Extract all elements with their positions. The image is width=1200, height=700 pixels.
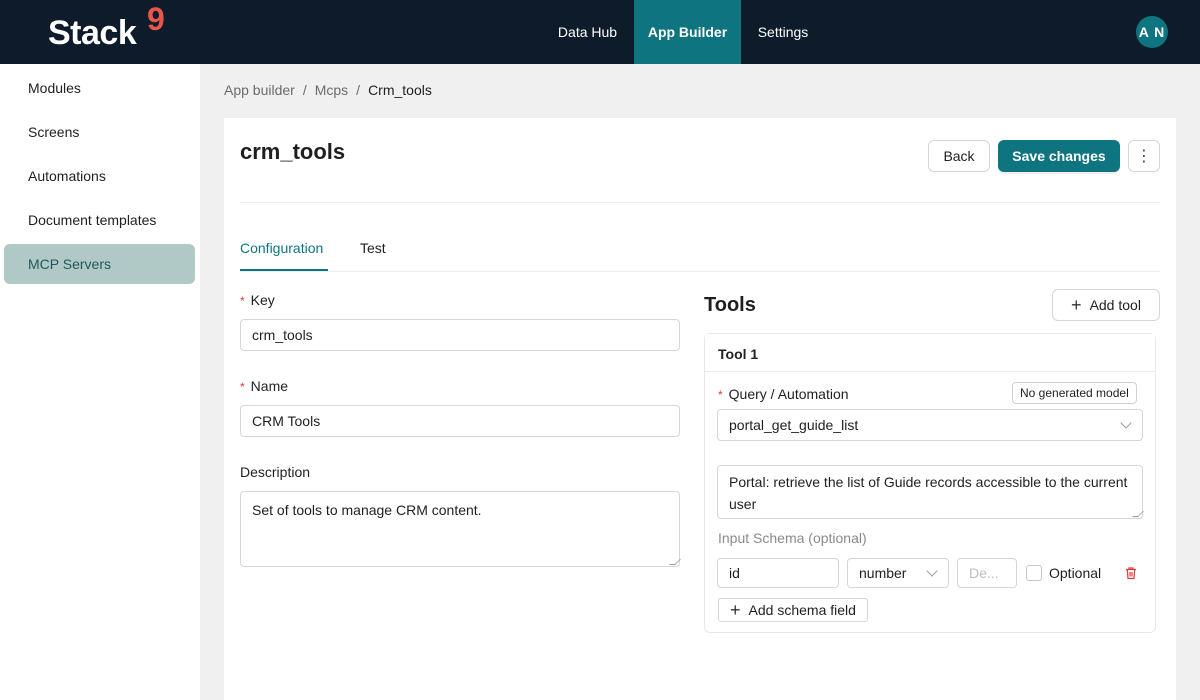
tool-card: Tool 1 * Query / Automation No generated … bbox=[704, 333, 1156, 633]
schema-field-description-input[interactable]: De... bbox=[957, 558, 1017, 588]
page-title: crm_tools bbox=[240, 139, 346, 164]
breadcrumb-separator: / bbox=[302, 82, 307, 98]
query-automation-label: * Query / Automation bbox=[718, 386, 849, 402]
input-schema-label: Input Schema (optional) bbox=[718, 530, 867, 546]
chevron-down-icon bbox=[926, 565, 938, 577]
key-label-text: Key bbox=[250, 292, 275, 308]
schema-field-type-value: number bbox=[859, 565, 907, 581]
nav-data-hub[interactable]: Data Hub bbox=[541, 0, 634, 64]
schema-field-name-input[interactable]: id bbox=[717, 558, 839, 588]
plus-icon: + bbox=[730, 600, 741, 620]
breadcrumb-separator: / bbox=[356, 82, 361, 98]
query-automation-select[interactable]: portal_get_guide_list bbox=[717, 409, 1143, 441]
trash-icon[interactable] bbox=[1124, 566, 1138, 580]
mcp-server-editor: crm_tools Back Save changes ⋮ Configurat… bbox=[224, 118, 1176, 700]
breadcrumb-current: Crm_tools bbox=[368, 82, 432, 98]
add-tool-button[interactable]: + Add tool bbox=[1052, 289, 1160, 321]
tab-configuration[interactable]: Configuration bbox=[240, 240, 323, 256]
sidebar-item-modules[interactable]: Modules bbox=[4, 68, 195, 108]
logo-text: Stack bbox=[48, 14, 137, 52]
key-input[interactable]: crm_tools bbox=[240, 319, 680, 351]
optional-label: Optional bbox=[1049, 565, 1102, 581]
user-avatar[interactable]: A N bbox=[1136, 16, 1168, 48]
tool-description-text: Portal: retrieve the list of Guide recor… bbox=[729, 474, 1128, 512]
tool-card-header: Tool 1 bbox=[705, 334, 1155, 372]
tools-title: Tools bbox=[704, 294, 756, 316]
resize-handle-icon[interactable] bbox=[669, 559, 681, 565]
schema-field-type-select[interactable]: number bbox=[847, 558, 949, 588]
breadcrumb-mcps[interactable]: Mcps bbox=[315, 82, 348, 98]
header-divider bbox=[240, 202, 1160, 203]
name-input[interactable]: CRM Tools bbox=[240, 405, 680, 437]
sidebar-item-document-templates[interactable]: Document templates bbox=[4, 200, 195, 240]
sidebar: Modules Screens Automations Document tem… bbox=[0, 64, 200, 700]
sidebar-item-mcp-servers[interactable]: MCP Servers bbox=[4, 244, 195, 284]
tool-title: Tool 1 bbox=[718, 346, 759, 362]
chevron-down-icon bbox=[1120, 417, 1132, 429]
tool-description-textarea[interactable]: Portal: retrieve the list of Guide recor… bbox=[717, 465, 1144, 519]
add-schema-field-label: Add schema field bbox=[748, 602, 856, 618]
tabs-divider bbox=[240, 271, 1160, 272]
no-generated-model-badge: No generated model bbox=[1012, 382, 1137, 404]
add-schema-field-button[interactable]: + Add schema field bbox=[718, 598, 868, 622]
description-text: Set of tools to manage CRM content. bbox=[252, 502, 482, 518]
more-vertical-icon[interactable]: ⋮ bbox=[1128, 140, 1160, 172]
query-automation-label-text: Query / Automation bbox=[728, 386, 849, 402]
required-mark: * bbox=[718, 388, 723, 402]
name-label-text: Name bbox=[250, 378, 289, 394]
nav-app-builder[interactable]: App Builder bbox=[634, 0, 741, 64]
key-label: * Key bbox=[240, 292, 275, 308]
logo-mark: 9 bbox=[147, 1, 165, 37]
back-button[interactable]: Back bbox=[928, 140, 990, 172]
breadcrumb: App builder / Mcps / Crm_tools bbox=[224, 82, 432, 98]
name-label: * Name bbox=[240, 378, 288, 394]
description-label: Description bbox=[240, 464, 311, 480]
optional-checkbox[interactable] bbox=[1026, 565, 1042, 581]
top-bar: Stack 9 Data Hub App Builder Settings A … bbox=[0, 0, 1200, 64]
sidebar-item-automations[interactable]: Automations bbox=[4, 156, 195, 196]
nav-settings[interactable]: Settings bbox=[741, 0, 825, 64]
add-tool-label: Add tool bbox=[1089, 297, 1141, 313]
plus-icon: + bbox=[1071, 295, 1082, 315]
query-automation-value: portal_get_guide_list bbox=[729, 417, 859, 433]
description-textarea[interactable]: Set of tools to manage CRM content. bbox=[240, 491, 681, 567]
breadcrumb-app-builder[interactable]: App builder bbox=[224, 82, 295, 98]
sidebar-item-screens[interactable]: Screens bbox=[4, 112, 195, 152]
resize-handle-icon[interactable] bbox=[1132, 511, 1144, 517]
save-changes-button[interactable]: Save changes bbox=[998, 140, 1120, 172]
required-mark: * bbox=[240, 380, 245, 394]
tab-test[interactable]: Test bbox=[360, 240, 386, 256]
required-mark: * bbox=[240, 294, 245, 308]
